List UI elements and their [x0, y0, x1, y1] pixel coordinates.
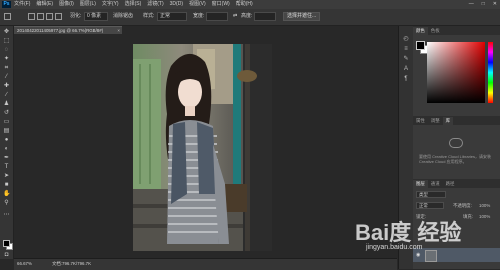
paragraph-panel-icon[interactable]: ¶	[402, 76, 410, 83]
pen-tool-icon[interactable]: ✒	[3, 155, 10, 161]
layer-kind-filter[interactable]: 类型	[416, 191, 446, 198]
layer-thumbnail	[425, 250, 437, 262]
color-field[interactable]	[427, 42, 485, 103]
menu-type[interactable]: 文字(Y)	[102, 0, 119, 9]
width-input[interactable]	[206, 12, 228, 21]
layers-panel-tabs: 图层 通道 路径	[413, 179, 500, 188]
history-panel-icon[interactable]: ◴	[402, 36, 410, 43]
maximize-icon[interactable]: □	[482, 0, 485, 9]
tab-properties[interactable]: 属性	[413, 117, 428, 125]
document-size: 文档:796.7K/796.7K	[52, 261, 92, 266]
minimize-icon[interactable]: —	[469, 0, 474, 9]
menu-filter[interactable]: 滤镜(T)	[147, 0, 163, 9]
hue-slider[interactable]	[488, 42, 493, 103]
tab-layers[interactable]: 图层	[413, 180, 428, 188]
antialias-checkbox[interactable]: 消除锯齿	[113, 12, 133, 21]
dodge-tool-icon[interactable]: ◐	[3, 146, 10, 152]
crop-tool-icon[interactable]: ⌗	[3, 65, 10, 71]
close-icon[interactable]: ✕	[493, 0, 497, 9]
menu-view[interactable]: 视图(V)	[189, 0, 206, 9]
path-selection-icon[interactable]: ➤	[3, 173, 10, 179]
tools-panel: ✥ ⬚ ◌ ✦ ⌗ ⁄ ✚ ∕ ♟ ↺ ▭ ▤ ● ◐ ✒ T ➤ ■ ✋ ⚲ …	[0, 26, 14, 259]
select-and-mask-button[interactable]: 选择并遮住...	[283, 12, 321, 21]
character-panel-icon[interactable]: A	[402, 66, 410, 73]
hand-tool-icon[interactable]: ✋	[3, 191, 10, 197]
tab-paths[interactable]: 路径	[443, 180, 458, 188]
height-label: 高度:	[241, 13, 253, 19]
eyedropper-icon[interactable]: ⁄	[3, 74, 10, 80]
color-panel	[413, 35, 500, 115]
tab-channels[interactable]: 通道	[428, 180, 443, 188]
swap-icon[interactable]: ⇄	[233, 12, 237, 21]
zoom-level[interactable]: 66.67%	[17, 259, 32, 269]
rectangle-tool-icon[interactable]: ■	[3, 182, 10, 188]
layer-row[interactable]: ◉	[413, 248, 500, 262]
width-label: 宽度:	[193, 13, 205, 19]
menu-help[interactable]: 帮助(H)	[236, 0, 253, 9]
brush-panel-icon[interactable]: ✎	[402, 56, 410, 63]
tab-close-icon[interactable]: ×	[117, 27, 120, 34]
color-panel-tabs: 颜色 色板	[413, 26, 500, 35]
eraser-icon[interactable]: ▭	[3, 119, 10, 125]
quick-mask-icon[interactable]: ◘	[3, 252, 10, 258]
add-selection-icon[interactable]	[37, 13, 44, 20]
healing-brush-icon[interactable]: ✚	[3, 83, 10, 89]
lasso-tool-icon[interactable]: ◌	[3, 47, 10, 53]
intersect-selection-icon[interactable]	[55, 13, 62, 20]
properties-panel-tabs: 属性 调整 库	[413, 116, 500, 125]
visibility-eye-icon[interactable]: ◉	[416, 252, 420, 258]
libraries-message: 要使用 Creative Cloud Libraries，请安装 Creativ…	[419, 154, 492, 164]
blur-tool-icon[interactable]: ●	[3, 137, 10, 143]
fill-value[interactable]: 100%	[479, 213, 497, 220]
gradient-tool-icon[interactable]: ▤	[3, 128, 10, 134]
photoshop-logo: Ps	[2, 1, 11, 8]
status-bar: 66.67% 文档:796.7K/796.7K	[14, 258, 397, 270]
menu-file[interactable]: 文件(F)	[14, 0, 30, 9]
menu-layer[interactable]: 图层(L)	[80, 0, 96, 9]
style-select[interactable]: 正常	[157, 12, 187, 21]
photo-illustration	[133, 44, 272, 251]
magic-wand-icon[interactable]: ✦	[3, 56, 10, 62]
baidu-watermark: Bai度 经验	[355, 220, 462, 245]
menu-list: 文件(F) 编辑(E) 图像(I) 图层(L) 文字(Y) 选择(S) 滤镜(T…	[14, 0, 253, 9]
more-tools-icon[interactable]: ⋯	[3, 212, 10, 218]
menu-3d[interactable]: 3D(D)	[170, 0, 183, 9]
foreground-color-swatch[interactable]	[3, 240, 10, 247]
baidu-watermark-url: jingyan.baidu.com	[366, 244, 423, 251]
history-brush-icon[interactable]: ↺	[3, 110, 10, 116]
options-bar: 羽化: 0 像素 消除锯齿 样式: 正常 宽度: ⇄ 高度: 选择并遮住...	[0, 9, 500, 26]
style-label: 样式:	[143, 13, 155, 19]
foreground-color-chip[interactable]	[416, 41, 425, 50]
clone-stamp-icon[interactable]: ♟	[3, 101, 10, 107]
document-tab-title: 20140422011405977.jpg @ 66.7%(RGB/8#)	[17, 28, 104, 33]
menu-edit[interactable]: 编辑(E)	[36, 0, 53, 9]
menu-image[interactable]: 图像(I)	[59, 0, 74, 9]
marquee-tool-preset-icon[interactable]	[4, 13, 11, 20]
feather-input[interactable]: 0 像素	[84, 12, 108, 21]
menu-bar: Ps 文件(F) 编辑(E) 图像(I) 图层(L) 文字(Y) 选择(S) 滤…	[0, 0, 500, 9]
creative-cloud-icon	[449, 138, 463, 148]
window-controls: — □ ✕	[469, 0, 497, 9]
document-tab[interactable]: 20140422011405977.jpg @ 66.7%(RGB/8#) ×	[14, 26, 122, 34]
properties-panel-icon[interactable]: ≡	[402, 46, 410, 53]
type-tool-icon[interactable]: T	[3, 164, 10, 170]
menu-select[interactable]: 选择(S)	[125, 0, 142, 9]
new-selection-icon[interactable]	[28, 13, 35, 20]
brush-tool-icon[interactable]: ∕	[3, 92, 10, 98]
marquee-tool-icon[interactable]: ⬚	[3, 38, 10, 44]
opacity-value[interactable]: 100%	[479, 202, 497, 209]
subtract-selection-icon[interactable]	[46, 13, 53, 20]
move-tool-icon[interactable]: ✥	[3, 29, 10, 35]
menu-window[interactable]: 窗口(W)	[212, 0, 230, 9]
libraries-panel: 要使用 Creative Cloud Libraries，请安装 Creativ…	[413, 125, 500, 179]
tab-color[interactable]: 颜色	[413, 27, 428, 35]
zoom-tool-icon[interactable]: ⚲	[3, 200, 10, 206]
tab-adjustments[interactable]: 调整	[428, 117, 443, 125]
feather-label: 羽化:	[70, 13, 82, 19]
tab-libraries[interactable]: 库	[442, 117, 453, 125]
tab-swatches[interactable]: 色板	[428, 27, 443, 35]
blend-mode-select[interactable]: 正常	[416, 202, 444, 209]
document-image	[133, 44, 272, 251]
height-input[interactable]	[254, 12, 276, 21]
